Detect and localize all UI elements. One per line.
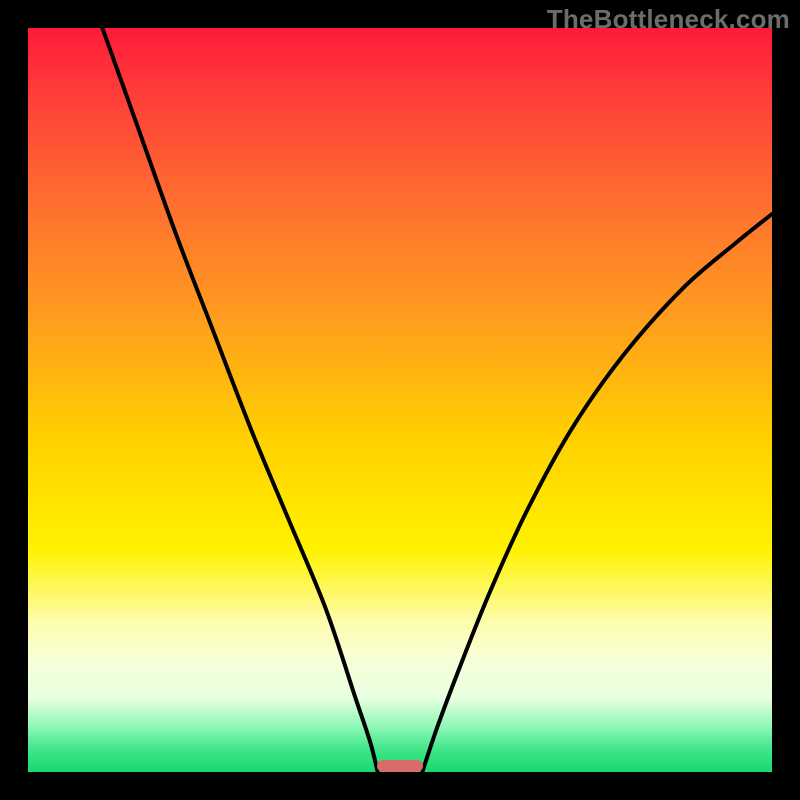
plot-area bbox=[28, 28, 772, 772]
left-curve bbox=[102, 28, 377, 772]
chart-frame: TheBottleneck.com bbox=[0, 0, 800, 800]
bottleneck-marker bbox=[377, 760, 423, 772]
right-curve bbox=[422, 214, 772, 772]
curve-layer bbox=[28, 28, 772, 772]
